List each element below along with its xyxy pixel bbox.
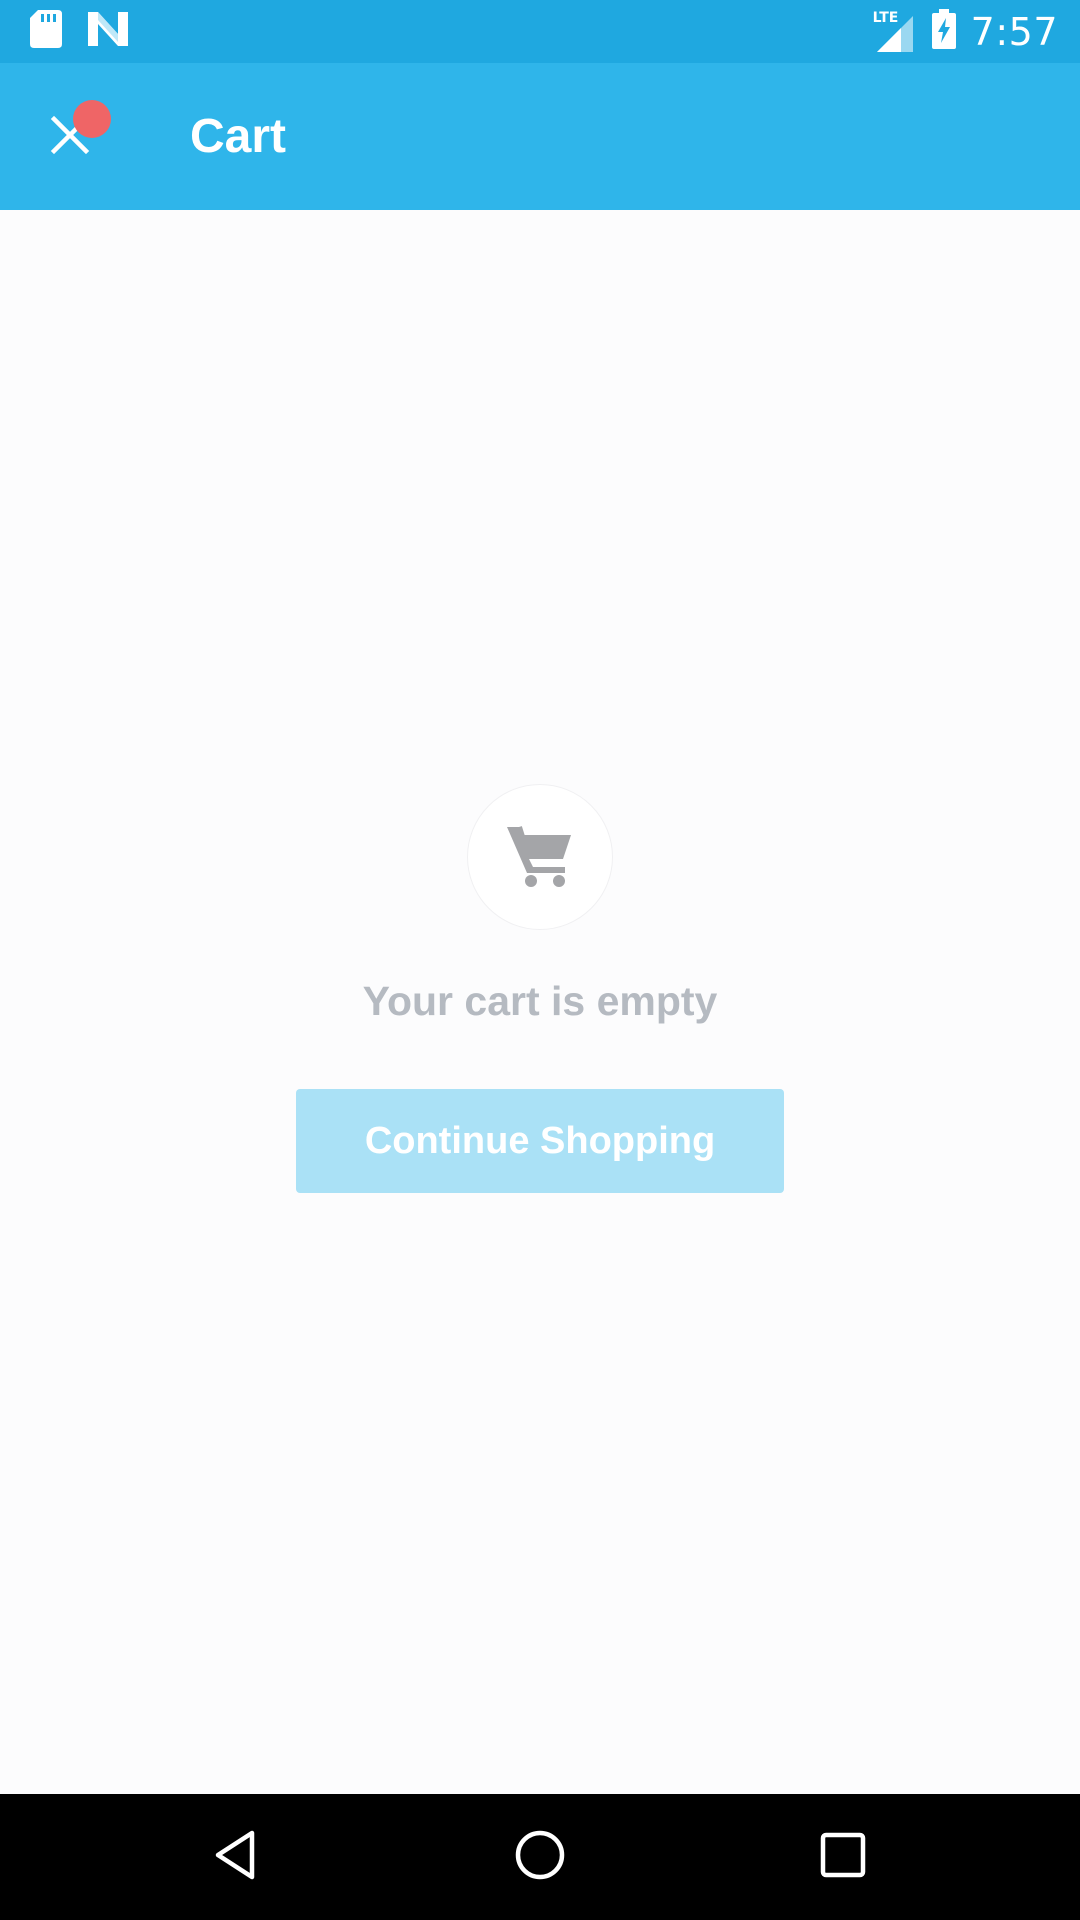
home-button[interactable] xyxy=(505,1822,575,1892)
sd-card-icon xyxy=(30,10,62,53)
n-notification-icon xyxy=(88,12,128,51)
shopping-cart-icon xyxy=(507,823,573,892)
status-left-icons xyxy=(30,10,128,53)
home-icon xyxy=(514,1829,566,1886)
recents-button[interactable] xyxy=(808,1822,878,1892)
status-bar: LTE 7:57 xyxy=(0,0,1080,63)
app-bar: Cart xyxy=(0,63,1080,210)
navigation-bar xyxy=(0,1794,1080,1920)
notification-dot xyxy=(73,100,111,138)
back-icon xyxy=(212,1829,258,1886)
recents-icon xyxy=(820,1832,866,1883)
empty-cart-badge xyxy=(467,784,613,930)
continue-shopping-button[interactable]: Continue Shopping xyxy=(296,1089,784,1193)
battery-charging-icon xyxy=(931,9,957,54)
page-title: Cart xyxy=(190,110,287,163)
back-button[interactable] xyxy=(200,1822,270,1892)
signal-icon: LTE xyxy=(873,10,917,52)
status-right-icons: LTE 7:57 xyxy=(873,9,1058,54)
status-time: 7:57 xyxy=(970,9,1058,54)
empty-cart-message: Your cart is empty xyxy=(362,978,718,1024)
